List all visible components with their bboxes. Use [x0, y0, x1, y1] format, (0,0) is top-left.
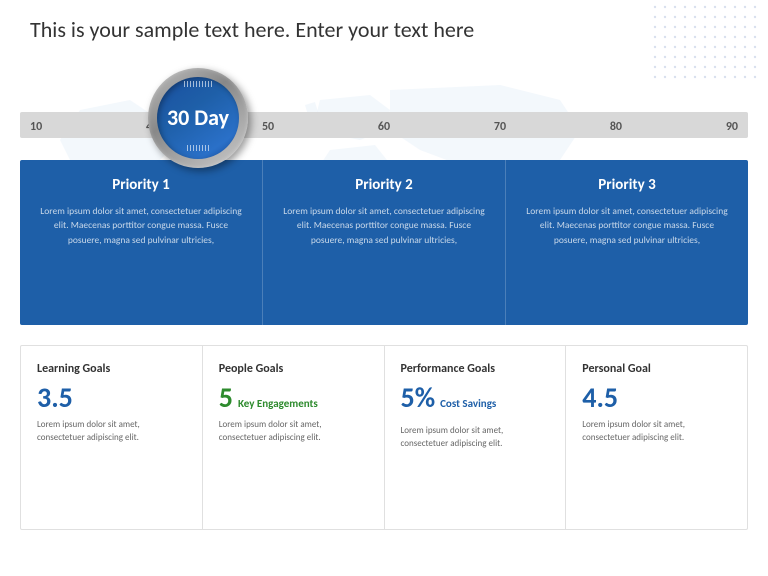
- magnifier-outer: 30 Day: [148, 68, 248, 168]
- priority-col-1: Priority 1 Lorem ipsum dolor sit amet, c…: [20, 160, 263, 325]
- magnifier-inner: 30 Day: [157, 77, 239, 159]
- magnifier-bottom-ticks: [157, 145, 239, 155]
- goals-section: Learning Goals 3.5 Lorem ipsum dolor sit…: [20, 345, 748, 530]
- dot-pattern-decoration: [653, 5, 763, 85]
- ruler-label-90: 90: [726, 120, 738, 134]
- goal-performance-number-row: 5% Cost Savings: [401, 384, 550, 418]
- priority-3-body: Lorem ipsum dolor sit amet, consectetuer…: [526, 204, 728, 247]
- goal-performance-badge: Cost Savings: [440, 397, 496, 410]
- goal-people-number-row: 5 Key Engagements: [219, 384, 368, 412]
- goal-performance-body: Lorem ipsum dolor sit amet, consectetuer…: [401, 424, 550, 450]
- goal-people-number: 5: [219, 384, 233, 412]
- goal-col-personal: Personal Goal 4.5 Lorem ipsum dolor sit …: [566, 346, 747, 529]
- ruler-label-50: 50: [262, 120, 274, 134]
- ruler-label-10: 10: [30, 120, 42, 134]
- goal-col-people: People Goals 5 Key Engagements Lorem ips…: [203, 346, 385, 529]
- priority-3-title: Priority 3: [526, 176, 728, 194]
- priority-1-body: Lorem ipsum dolor sit amet, consectetuer…: [40, 204, 242, 247]
- ruler-labels: 10 40 50 60 70 80 90: [20, 102, 748, 152]
- priority-2-body: Lorem ipsum dolor sit amet, consectetuer…: [283, 204, 485, 247]
- ruler-section: 10 40 50 60 70 80 90: [0, 100, 768, 150]
- magnifier: 30 Day: [148, 68, 248, 168]
- goal-performance-number: 5%: [401, 384, 436, 412]
- goal-personal-number: 4.5: [582, 384, 731, 412]
- priority-col-2: Priority 2 Lorem ipsum dolor sit amet, c…: [263, 160, 506, 325]
- header-title: This is your sample text here. Enter you…: [30, 16, 474, 43]
- ruler-label-60: 60: [378, 120, 390, 134]
- goal-learning-body: Lorem ipsum dolor sit amet, consectetuer…: [37, 418, 186, 444]
- ruler-label-70: 70: [494, 120, 506, 134]
- magnifier-top-ticks: [157, 81, 239, 91]
- goal-people-badge: Key Engagements: [238, 397, 318, 410]
- goal-col-performance: Performance Goals 5% Cost Savings Lorem …: [385, 346, 567, 529]
- goal-people-body: Lorem ipsum dolor sit amet, consectetuer…: [219, 418, 368, 444]
- goal-learning-title: Learning Goals: [37, 362, 186, 376]
- goal-learning-number: 3.5: [37, 384, 186, 412]
- goal-personal-body: Lorem ipsum dolor sit amet, consectetuer…: [582, 418, 731, 444]
- priority-2-title: Priority 2: [283, 176, 485, 194]
- goal-people-title: People Goals: [219, 362, 368, 376]
- ruler-label-80: 80: [610, 120, 622, 134]
- priority-1-title: Priority 1: [40, 176, 242, 194]
- goal-col-learning: Learning Goals 3.5 Lorem ipsum dolor sit…: [21, 346, 203, 529]
- magnifier-label: 30 Day: [167, 107, 229, 129]
- priority-col-3: Priority 3 Lorem ipsum dolor sit amet, c…: [506, 160, 748, 325]
- priority-section: Priority 1 Lorem ipsum dolor sit amet, c…: [20, 160, 748, 325]
- goal-performance-title: Performance Goals: [401, 362, 550, 376]
- slide: This is your sample text here. Enter you…: [0, 0, 768, 576]
- goal-personal-title: Personal Goal: [582, 362, 731, 376]
